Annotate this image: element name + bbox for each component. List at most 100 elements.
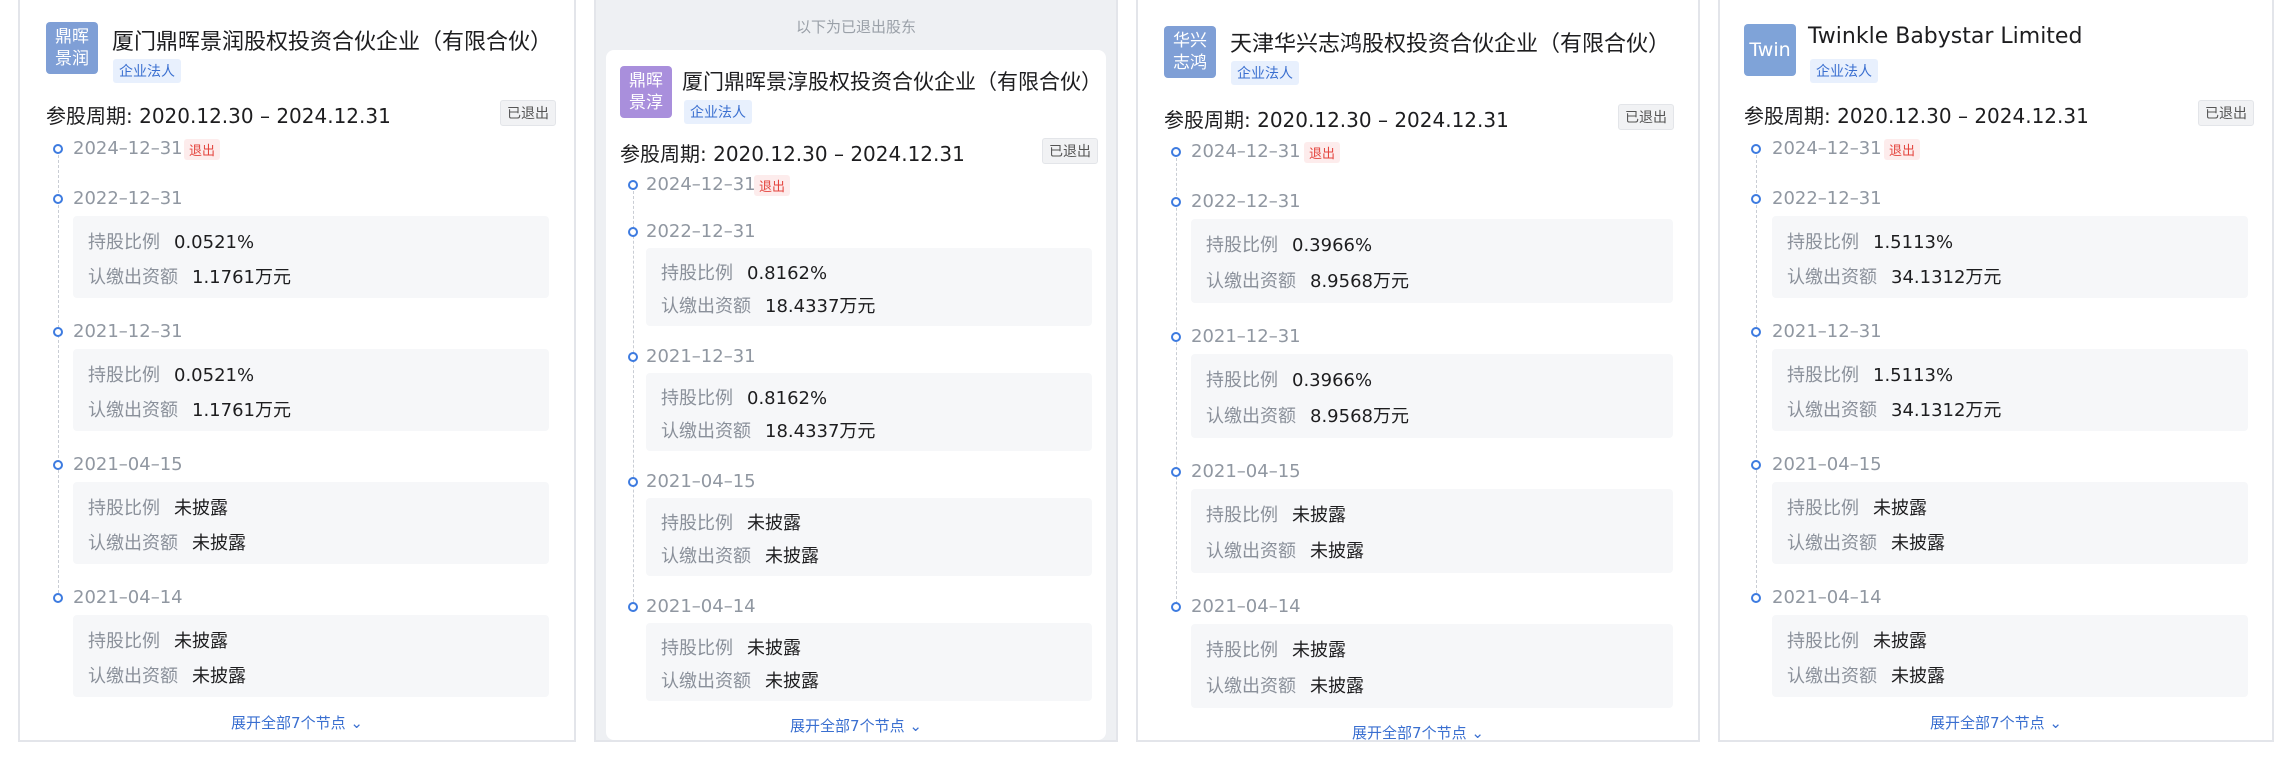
capital-label: 认缴出资额 [88, 267, 178, 288]
ratio-label: 持股比例 [661, 638, 733, 659]
timeline-line [58, 150, 59, 598]
timeline-dot-icon [628, 180, 638, 190]
node-detail-box: 持股比例 0.3966% 认缴出资额 8.9568万元 [1191, 354, 1673, 438]
timeline-dot-icon [1171, 467, 1181, 477]
ratio-value: 0.8162% [747, 263, 828, 284]
company-avatar[interactable]: 鼎晖景润 [46, 22, 98, 74]
legal-person-tag: 企业法人 [1810, 59, 1878, 83]
exited-status-badge: 已退出 [500, 100, 556, 126]
company-name-link[interactable]: 厦门鼎晖景润股权投资合伙企业（有限合伙） [112, 24, 552, 56]
timeline-dot-icon [628, 602, 638, 612]
timeline-dot-icon [53, 144, 63, 154]
company-name-link[interactable]: 厦门鼎晖景淳股权投资合伙企业（有限合伙） [682, 66, 1102, 96]
node-date: 2024–12–31 [1191, 141, 1301, 162]
ratio-value: 未披露 [174, 631, 228, 652]
ratio-value: 未披露 [747, 513, 801, 534]
capital-label: 认缴出资额 [661, 546, 751, 567]
ratio-value: 1.5113% [1873, 365, 1954, 386]
holding-period: 参股周期: 2020.12.30 – 2024.12.31 [1164, 108, 1509, 132]
ratio-label: 持股比例 [1787, 365, 1859, 386]
holding-period: 参股周期: 2020.12.30 – 2024.12.31 [1744, 104, 2089, 128]
ratio-value: 未披露 [174, 498, 228, 519]
capital-value: 未披露 [1891, 666, 1945, 687]
ratio-value: 未披露 [1873, 498, 1927, 519]
company-avatar[interactable]: 鼎晖景淳 [620, 66, 672, 118]
node-date: 2024–12–31 [1772, 138, 1882, 159]
shareholder-panel-1: 鼎晖景润 厦门鼎晖景润股权投资合伙企业（有限合伙） 企业法人 参股周期: 202… [18, 0, 576, 742]
timeline-dot-icon [628, 352, 638, 362]
ratio-value: 未披露 [1292, 640, 1346, 661]
capital-value: 未披露 [1891, 533, 1945, 554]
capital-value: 未披露 [1310, 541, 1364, 562]
expand-all-nodes-button[interactable]: 展开全部7个节点 ⌄ [20, 712, 574, 733]
ratio-label: 持股比例 [88, 365, 160, 386]
exited-shareholders-note: 以下为已退出股东 [795, 18, 916, 36]
capital-value: 未披露 [192, 666, 246, 687]
node-detail-box: 持股比例 0.8162% 认缴出资额 18.4337万元 [646, 248, 1092, 326]
capital-label: 认缴出资额 [1787, 666, 1877, 687]
timeline-dot-icon [53, 593, 63, 603]
ratio-value: 0.0521% [174, 232, 255, 253]
capital-value: 18.4337万元 [765, 296, 876, 317]
node-detail-box: 持股比例 1.5113% 认缴出资额 34.1312万元 [1772, 216, 2248, 298]
company-name-link[interactable]: 天津华兴志鸿股权投资合伙企业（有限合伙） [1230, 26, 1670, 58]
timeline-dot-icon [1171, 197, 1181, 207]
expand-all-nodes-button[interactable]: 展开全部7个节点 ⌄ [1138, 722, 1698, 740]
capital-value: 34.1312万元 [1891, 267, 2002, 288]
exited-badge: 退出 [184, 139, 221, 160]
capital-label: 认缴出资额 [661, 671, 751, 692]
ratio-label: 持股比例 [88, 631, 160, 652]
node-detail-box: 持股比例 未披露 认缴出资额 未披露 [1191, 624, 1673, 708]
shareholder-card: Twin Twinkle Babystar Limited 企业法人 参股周期:… [1720, 0, 2272, 740]
timeline-dot-icon [1171, 147, 1181, 157]
expand-all-nodes-button[interactable]: 展开全部7个节点 ⌄ [606, 715, 1106, 736]
node-date: 2021–04–15 [73, 454, 183, 475]
expand-all-nodes-button[interactable]: 展开全部7个节点 ⌄ [1720, 712, 2272, 733]
timeline-dot-icon [1751, 593, 1761, 603]
capital-value: 未披露 [765, 671, 819, 692]
shareholder-card: 华兴志鸿 天津华兴志鸿股权投资合伙企业（有限合伙） 企业法人 参股周期: 202… [1138, 0, 1698, 740]
ratio-value: 0.3966% [1292, 235, 1373, 256]
node-detail-box: 持股比例 0.0521% 认缴出资额 1.1761万元 [73, 349, 549, 431]
capital-value: 未披露 [765, 546, 819, 567]
node-detail-box: 持股比例 未披露 认缴出资额 未披露 [646, 498, 1092, 576]
timeline-line [1756, 150, 1757, 598]
capital-label: 认缴出资额 [1206, 541, 1296, 562]
node-date: 2021–04–15 [1191, 461, 1301, 482]
shareholder-panel-4: Twin Twinkle Babystar Limited 企业法人 参股周期:… [1718, 0, 2274, 742]
legal-person-tag: 企业法人 [1231, 61, 1299, 85]
ratio-value: 1.5113% [1873, 232, 1954, 253]
capital-value: 1.1761万元 [192, 400, 291, 421]
ratio-value: 未披露 [1292, 505, 1346, 526]
exited-status-badge: 已退出 [1618, 104, 1674, 130]
legal-person-tag: 企业法人 [113, 59, 181, 83]
capital-value: 8.9568万元 [1310, 406, 1409, 427]
capital-value: 未披露 [192, 533, 246, 554]
exited-status-badge: 已退出 [1042, 138, 1098, 164]
timeline-dot-icon [53, 194, 63, 204]
capital-label: 认缴出资额 [661, 296, 751, 317]
ratio-value: 0.0521% [174, 365, 255, 386]
node-detail-box: 持股比例 未披露 认缴出资额 未披露 [73, 482, 549, 564]
company-avatar[interactable]: Twin [1744, 24, 1796, 76]
node-detail-box: 持股比例 1.5113% 认缴出资额 34.1312万元 [1772, 349, 2248, 431]
timeline-dot-icon [628, 477, 638, 487]
ratio-label: 持股比例 [88, 498, 160, 519]
capital-label: 认缴出资额 [1206, 406, 1296, 427]
ratio-label: 持股比例 [661, 388, 733, 409]
timeline-dot-icon [1751, 144, 1761, 154]
ratio-value: 0.3966% [1292, 370, 1373, 391]
node-date: 2021–04–14 [73, 587, 183, 608]
ratio-value: 0.8162% [747, 388, 828, 409]
ratio-label: 持股比例 [88, 232, 160, 253]
timeline-line [633, 186, 634, 612]
company-name-link[interactable]: Twinkle Babystar Limited [1808, 24, 2082, 49]
timeline-dot-icon [1751, 327, 1761, 337]
company-avatar[interactable]: 华兴志鸿 [1164, 26, 1216, 78]
node-detail-box: 持股比例 未披露 认缴出资额 未披露 [646, 623, 1092, 701]
capital-label: 认缴出资额 [1206, 271, 1296, 292]
shareholder-card: 鼎晖景淳 厦门鼎晖景淳股权投资合伙企业（有限合伙） 企业法人 参股周期: 202… [606, 50, 1106, 740]
timeline-dot-icon [53, 327, 63, 337]
ratio-label: 持股比例 [1787, 631, 1859, 652]
node-date: 2021–04–14 [1772, 587, 1882, 608]
